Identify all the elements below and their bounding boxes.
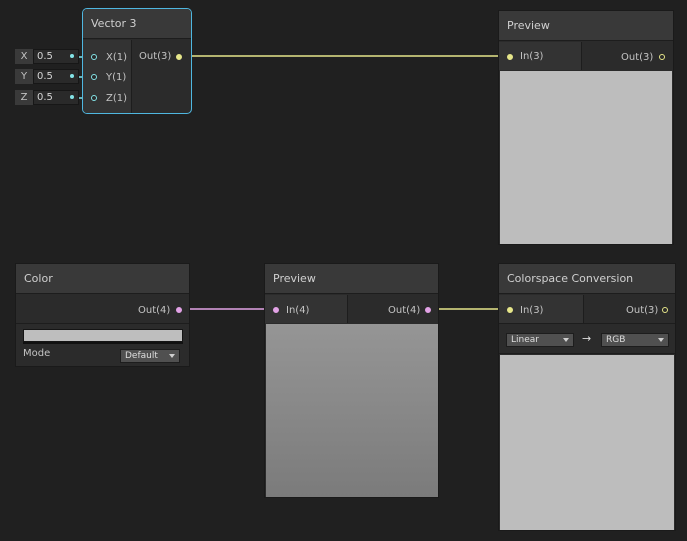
color-swatch[interactable] [23, 329, 183, 342]
port-z-icon[interactable] [91, 95, 97, 101]
colorspace-divider [583, 295, 584, 323]
preview-top-image [500, 71, 672, 244]
preview-top-out-icon[interactable] [659, 54, 665, 60]
color-out-port[interactable]: Out(4) [138, 301, 188, 321]
colorspace-preview-image [500, 355, 674, 530]
axis-label-y: Y [15, 69, 33, 84]
port-x-icon[interactable] [91, 54, 97, 60]
preview-mid-image [266, 324, 438, 497]
axis-label-x: X [15, 49, 33, 64]
preview-node-mid[interactable]: Preview In(4) Out(4) [264, 263, 439, 498]
preview-mid-out-port[interactable]: Out(4) [388, 301, 438, 321]
x-value-input[interactable]: 0.5 [33, 49, 79, 64]
preview-mid-out-icon[interactable] [425, 307, 431, 313]
y-field-connector-dot [70, 74, 74, 78]
arrow-right-icon: → [582, 332, 592, 345]
colorspace-preview-divider [499, 353, 675, 354]
colorspace-in-icon[interactable] [507, 307, 513, 313]
colorspace-from-dropdown[interactable]: Linear [506, 333, 574, 347]
x-field-connector-dot [70, 54, 74, 58]
color-node-title[interactable]: Color [16, 264, 189, 294]
preview-top-out-port[interactable]: Out(3) [621, 48, 671, 68]
z-field-connector-dot [70, 95, 74, 99]
vector3-node-title[interactable]: Vector 3 [83, 9, 191, 39]
vector3-node[interactable]: Vector 3 X(1) Y(1) Z(1) Out(3) [82, 8, 192, 114]
preview-mid-in-icon[interactable] [273, 307, 279, 313]
preview-mid-title[interactable]: Preview [265, 264, 438, 294]
colorspace-out-port[interactable]: Out(3) [626, 301, 674, 321]
colorspace-conversion-node[interactable]: Colorspace Conversion In(3) Out(3) Linea… [498, 263, 676, 531]
preview-mid-divider [347, 295, 348, 323]
color-node[interactable]: Color Out(4) Mode Default [15, 263, 190, 367]
colorspace-title[interactable]: Colorspace Conversion [499, 264, 675, 294]
preview-top-in-icon[interactable] [507, 54, 513, 60]
y-value-input[interactable]: 0.5 [33, 69, 79, 84]
chevron-down-icon [563, 338, 569, 342]
color-node-divider [16, 323, 189, 324]
chevron-down-icon [169, 354, 175, 358]
vector3-divider [131, 40, 132, 113]
colorspace-row-divider [499, 323, 675, 324]
chevron-down-icon [658, 338, 664, 342]
color-out-icon[interactable] [176, 307, 182, 313]
colorspace-out-icon[interactable] [662, 307, 668, 313]
port-vector3-out[interactable]: Out(3) [139, 47, 185, 67]
port-vector3-out-icon[interactable] [176, 54, 182, 60]
preview-node-top[interactable]: Preview In(3) Out(3) [498, 10, 674, 245]
colorspace-to-dropdown[interactable]: RGB [601, 333, 669, 347]
mode-label: Mode [23, 348, 51, 359]
preview-top-title[interactable]: Preview [499, 11, 673, 41]
color-alpha-bar [23, 342, 183, 344]
port-y-icon[interactable] [91, 74, 97, 80]
axis-label-z: Z [15, 90, 33, 105]
z-value-input[interactable]: 0.5 [33, 90, 79, 105]
preview-top-divider [581, 42, 582, 70]
mode-dropdown[interactable]: Default [120, 349, 180, 363]
